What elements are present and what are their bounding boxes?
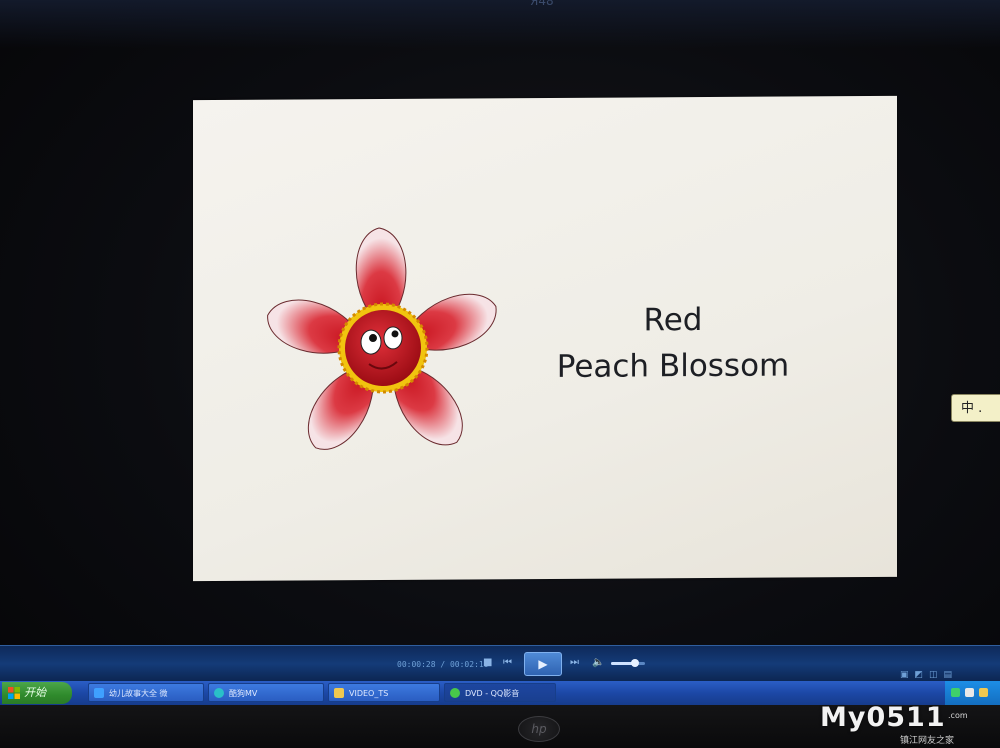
tray-app-icon[interactable] [979,688,988,697]
monitor-screen: Я48 Red Peach Blossom 中 . 00:00:28 / 00:… [0,0,1000,748]
kugou-icon [214,688,224,698]
stop-icon[interactable]: ■ [483,657,492,669]
ime-indicator[interactable]: 中 . [951,394,1000,422]
hp-logo: hp [518,716,560,742]
qqplayer-icon [450,688,460,698]
previous-icon[interactable]: ⏮ [503,657,512,669]
volume-icon[interactable]: 🔈 [592,657,604,669]
taskbar-item-label: 酷狗MV [229,689,258,698]
system-tray [945,681,1000,705]
site-watermark: My0511 [820,702,946,733]
slide-title-line1: Red [643,302,703,339]
player-extra-icons[interactable]: ▣◩◫▤ [900,670,958,680]
tray-network-icon[interactable] [951,688,960,697]
next-icon[interactable]: ⏭ [570,657,579,669]
taskbar-item-label: DVD - QQ影音 [465,689,520,698]
windows-logo-icon [8,687,20,699]
play-icon: ▶ [538,657,548,671]
taskbar-item-qqplayer[interactable]: DVD - QQ影音 [444,683,556,702]
player-control-bar: 00:00:28 / 00:02:10 ■ ⏮ ▶ ⏭ 🔈 ▣◩◫▤ [0,645,1000,682]
slide-title-line2: Peach Blossom [556,347,790,385]
start-label: 开始 [24,686,46,699]
volume-slider[interactable] [611,659,645,667]
volume-knob[interactable] [630,659,639,667]
taskbar-item-video-ts[interactable]: VIDEO_TS [328,683,440,702]
taskbar-item-label: VIDEO_TS [349,689,389,698]
start-button[interactable]: 开始 [2,682,72,704]
playback-time: 00:00:28 / 00:02:10 [397,660,489,669]
top-window-label: Я48 [530,0,554,8]
taskbar-item-kugou[interactable]: 酷狗MV [208,683,324,702]
ie-icon [94,688,104,698]
folder-icon [334,688,344,698]
taskbar-item-stories[interactable]: 幼儿故事大全 微 [88,683,204,702]
watermark-domain: .com [948,711,968,720]
tray-volume-icon[interactable] [965,688,974,697]
top-glare [0,0,1000,48]
watermark-subtitle: 镇江网友之家 [900,736,955,746]
peach-blossom-cartoon [267,227,497,450]
taskbar-item-label: 幼儿故事大全 微 [109,689,168,698]
play-button[interactable]: ▶ [524,652,562,676]
video-frame[interactable]: Red Peach Blossom [193,95,897,582]
slide-title: Red Peach Blossom [513,296,833,390]
